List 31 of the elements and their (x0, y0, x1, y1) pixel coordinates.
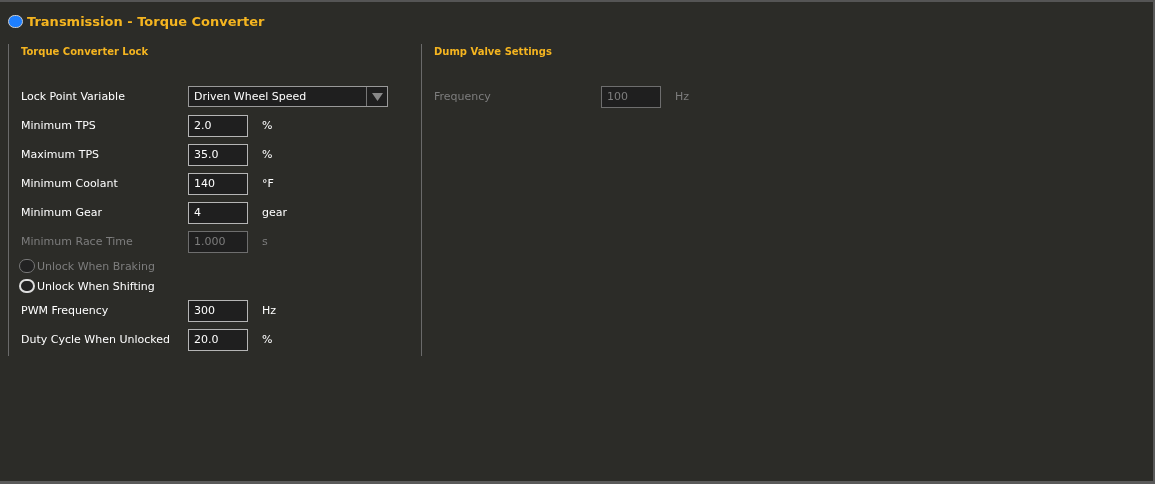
field-label: Minimum TPS (21, 119, 97, 132)
field-label: Minimum Race Time (21, 235, 134, 248)
panel-title: Transmission - Torque Converter (27, 14, 265, 29)
unit-label: % (262, 148, 273, 161)
section-title: Dump Valve Settings (434, 46, 553, 57)
field-label: Frequency (434, 90, 492, 103)
unit-label: Hz (262, 304, 277, 317)
toggle-label: Unlock When Braking (37, 259, 155, 273)
toggle[interactable] (8, 15, 23, 28)
toggle-label: Unlock When Shifting (37, 279, 155, 293)
field-label: Minimum Coolant (21, 177, 119, 190)
input-field[interactable]: 2.0 (188, 114, 248, 137)
field-label: Lock Point Variable (21, 90, 126, 103)
input-field[interactable]: 4 (188, 201, 248, 224)
input-field[interactable]: 140 (188, 172, 248, 195)
unit-label: Hz (675, 90, 690, 103)
unit-label: % (262, 333, 273, 346)
unit-label: % (262, 119, 273, 132)
input-field[interactable]: 20.0 (188, 328, 248, 351)
input-field[interactable]: 35.0 (188, 143, 248, 166)
input-field[interactable]: 300 (188, 299, 248, 322)
field-label: Minimum Gear (21, 206, 104, 219)
field-label: Maximum TPS (21, 148, 101, 161)
section-title: Torque Converter Lock (21, 46, 150, 57)
caret-icon (371, 92, 383, 101)
field-label: Duty Cycle When Unlocked (21, 333, 171, 346)
field-label: PWM Frequency (21, 304, 110, 317)
unit-label: s (262, 235, 268, 248)
unit-label: °F (262, 177, 274, 190)
unit-label: gear (262, 206, 287, 219)
dropdown[interactable]: Driven Wheel Speed (188, 86, 388, 107)
